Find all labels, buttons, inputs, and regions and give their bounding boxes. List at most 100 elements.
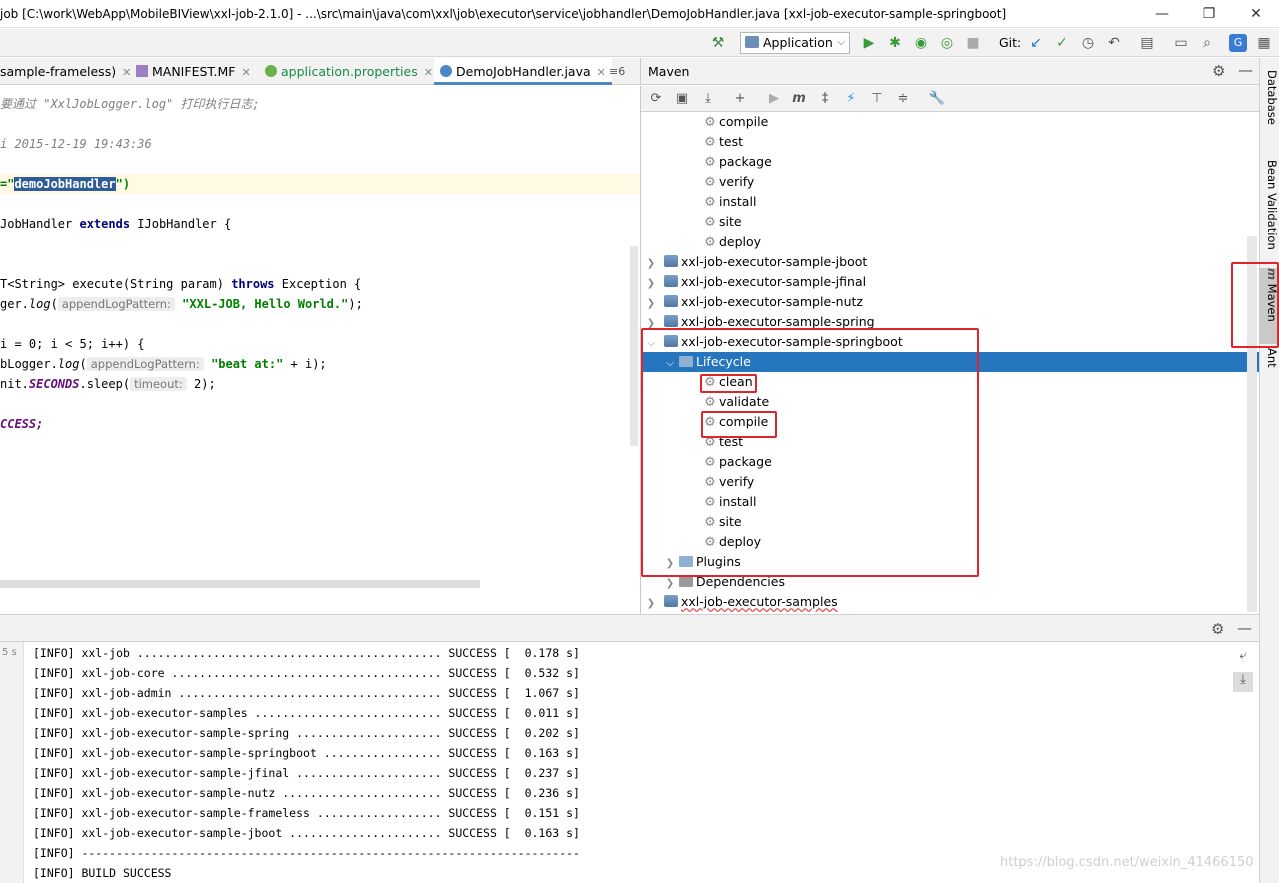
run-icon[interactable]: ▶ xyxy=(765,90,783,108)
editor-scrollbar[interactable] xyxy=(630,246,638,446)
editor-horizontal-scrollbar[interactable] xyxy=(0,580,480,588)
scroll-to-end-icon[interactable]: ⤓ xyxy=(1233,672,1253,692)
tree-goal[interactable]: ⚙ deploy xyxy=(641,532,1259,552)
gear-icon: ⚙ xyxy=(704,135,716,150)
chevron-right-icon[interactable]: ❯ xyxy=(644,594,658,614)
download-icon[interactable]: ⤓ xyxy=(699,90,717,108)
tree-goal[interactable]: ⚙ site xyxy=(641,212,1259,232)
code-editor[interactable]: 要通过 "XxlJobLogger.log" 打印执行日志; i 2015-12… xyxy=(0,86,640,592)
chevron-right-icon[interactable]: ❯ xyxy=(644,314,658,334)
chevron-right-icon[interactable]: ❯ xyxy=(663,574,677,594)
tree-goal[interactable]: ⚙ compile xyxy=(641,112,1259,132)
tab-application-properties[interactable]: application.properties ✕ xyxy=(265,64,433,79)
soft-wrap-icon[interactable]: ⤶ xyxy=(1233,648,1253,666)
tab-maven[interactable]: m Maven xyxy=(1259,268,1279,344)
tab-overflow-button[interactable]: ≡6 xyxy=(609,65,625,78)
tree-folder-lifecycle[interactable]: ⌵ Lifecycle xyxy=(641,352,1259,372)
chevron-right-icon[interactable]: ❯ xyxy=(644,294,658,314)
tab-bean-validation[interactable]: Bean Validation xyxy=(1259,160,1279,250)
gear-icon: ⚙ xyxy=(704,415,716,430)
elapsed-time: 5 s xyxy=(2,647,17,658)
tab-frameless[interactable]: sample-frameless) ✕ xyxy=(0,64,131,79)
tree-goal-compile[interactable]: ⚙ compile xyxy=(641,412,1259,432)
code-line: CCESS; xyxy=(0,417,44,431)
gear-icon[interactable]: ⚙ xyxy=(1211,620,1224,638)
maven-scrollbar[interactable] xyxy=(1247,236,1257,612)
window-title: job [C:\work\WebApp\MobileBIView\xxl-job… xyxy=(0,7,1007,21)
tree-goal[interactable]: ⚙ site xyxy=(641,512,1259,532)
run-icon[interactable]: ▶ xyxy=(860,34,878,52)
maven-panel-title: Maven xyxy=(648,64,690,79)
chevron-right-icon[interactable]: ❯ xyxy=(644,254,658,274)
close-button[interactable]: ✕ xyxy=(1246,4,1266,24)
tree-module[interactable]: ❯ xxl-job-executor-sample-spring xyxy=(641,312,1259,332)
plugin-icon[interactable]: ▦ xyxy=(1255,34,1273,52)
tree-goal[interactable]: ⚙ install xyxy=(641,492,1259,512)
close-icon[interactable]: ✕ xyxy=(122,66,131,79)
skip-tests-icon[interactable]: ⚡ xyxy=(842,90,860,108)
gear-icon: ⚙ xyxy=(704,435,716,450)
reload-icon[interactable]: ⟳ xyxy=(647,90,665,108)
debug-icon[interactable]: ✱ xyxy=(886,34,904,52)
tree-goal[interactable]: ⚙ install xyxy=(641,192,1259,212)
gear-icon[interactable]: ⚙ xyxy=(1212,62,1225,80)
minimize-button[interactable]: — xyxy=(1152,4,1172,24)
coverage-icon[interactable]: ◉ xyxy=(912,34,930,52)
tree-goal[interactable]: ⚙ test xyxy=(641,132,1259,152)
tree-module[interactable]: ❯ xxl-job-executor-samples xyxy=(641,592,1259,612)
close-icon[interactable]: ✕ xyxy=(424,66,433,79)
tab-manifest[interactable]: MANIFEST.MF ✕ xyxy=(136,64,251,79)
tree-module[interactable]: ❯ xxl-job-executor-sample-jfinal xyxy=(641,272,1259,292)
tree-goal[interactable]: ⚙ package xyxy=(641,452,1259,472)
chevron-right-icon[interactable]: ❯ xyxy=(644,274,658,294)
tree-goal-clean[interactable]: ⚙ clean xyxy=(641,372,1259,392)
hide-panel-icon[interactable]: — xyxy=(1237,619,1252,637)
tree-goal[interactable]: ⚙ package xyxy=(641,152,1259,172)
tree-goal[interactable]: ⚙ verify xyxy=(641,472,1259,492)
console-line: [INFO] xxl-job-executor-sample-spring ..… xyxy=(33,726,580,740)
tree-goal[interactable]: ⚙ deploy xyxy=(641,232,1259,252)
tree-goal[interactable]: ⚙ validate xyxy=(641,392,1259,412)
tree-module[interactable]: ❯ xxl-job-executor-sample-nutz xyxy=(641,292,1259,312)
code-line-current: ="demoJobHandler") xyxy=(0,174,640,194)
collapse-all-icon[interactable]: ≑ xyxy=(894,90,912,108)
tree-folder-plugins[interactable]: ❯ Plugins xyxy=(641,552,1259,572)
project-structure-icon[interactable]: ▤ xyxy=(1138,34,1156,52)
parameter-hint: appendLogPattern: xyxy=(86,357,204,371)
module-icon xyxy=(664,295,678,307)
git-update-icon[interactable]: ↙ xyxy=(1027,34,1045,52)
show-dependencies-icon[interactable]: ⊤ xyxy=(868,90,886,108)
tab-ant[interactable]: Ant xyxy=(1259,348,1279,368)
run-config-select[interactable]: Application ⌵ xyxy=(740,32,850,54)
execute-goal-icon[interactable]: m xyxy=(790,90,808,108)
console-line: [INFO] BUILD SUCCESS xyxy=(33,866,172,880)
chevron-down-icon[interactable]: ⌵ xyxy=(644,334,658,354)
restore-button[interactable]: ❐ xyxy=(1199,4,1219,24)
translate-icon[interactable]: G xyxy=(1229,34,1247,52)
tab-demojobhandler[interactable]: DemoJobHandler.java ✕ xyxy=(434,58,612,85)
terminal-icon[interactable]: ▭ xyxy=(1172,34,1190,52)
add-icon[interactable]: + xyxy=(731,90,749,108)
search-icon[interactable]: ⌕ xyxy=(1198,34,1216,52)
stop-icon[interactable]: ■ xyxy=(964,34,982,52)
close-icon[interactable]: ✕ xyxy=(242,66,251,79)
tree-goal[interactable]: ⚙ test xyxy=(641,432,1259,452)
tree-module-expanded[interactable]: ⌵ xxl-job-executor-sample-springboot xyxy=(641,332,1259,352)
chevron-right-icon[interactable]: ❯ xyxy=(663,554,677,574)
revert-icon[interactable]: ↶ xyxy=(1105,34,1123,52)
history-icon[interactable]: ◷ xyxy=(1079,34,1097,52)
wrench-icon[interactable]: 🔧 xyxy=(928,90,946,108)
generate-sources-icon[interactable]: ▣ xyxy=(673,90,691,108)
tree-module[interactable]: ❯ xxl-job-executor-sample-jboot xyxy=(641,252,1259,272)
run-panel-header: ⚙ — xyxy=(0,614,1259,642)
hide-panel-icon[interactable]: — xyxy=(1238,61,1253,79)
chevron-down-icon[interactable]: ⌵ xyxy=(663,354,677,374)
close-icon[interactable]: ✕ xyxy=(597,66,606,79)
tree-goal[interactable]: ⚙ verify xyxy=(641,172,1259,192)
toggle-offline-icon[interactable]: ‡ xyxy=(816,90,834,108)
hammer-icon[interactable]: ⚒ xyxy=(709,34,727,52)
profile-icon[interactable]: ◎ xyxy=(938,34,956,52)
git-commit-icon[interactable]: ✓ xyxy=(1053,34,1071,52)
tab-database[interactable]: Database xyxy=(1259,70,1279,125)
tree-folder-dependencies[interactable]: ❯ Dependencies xyxy=(641,572,1259,592)
